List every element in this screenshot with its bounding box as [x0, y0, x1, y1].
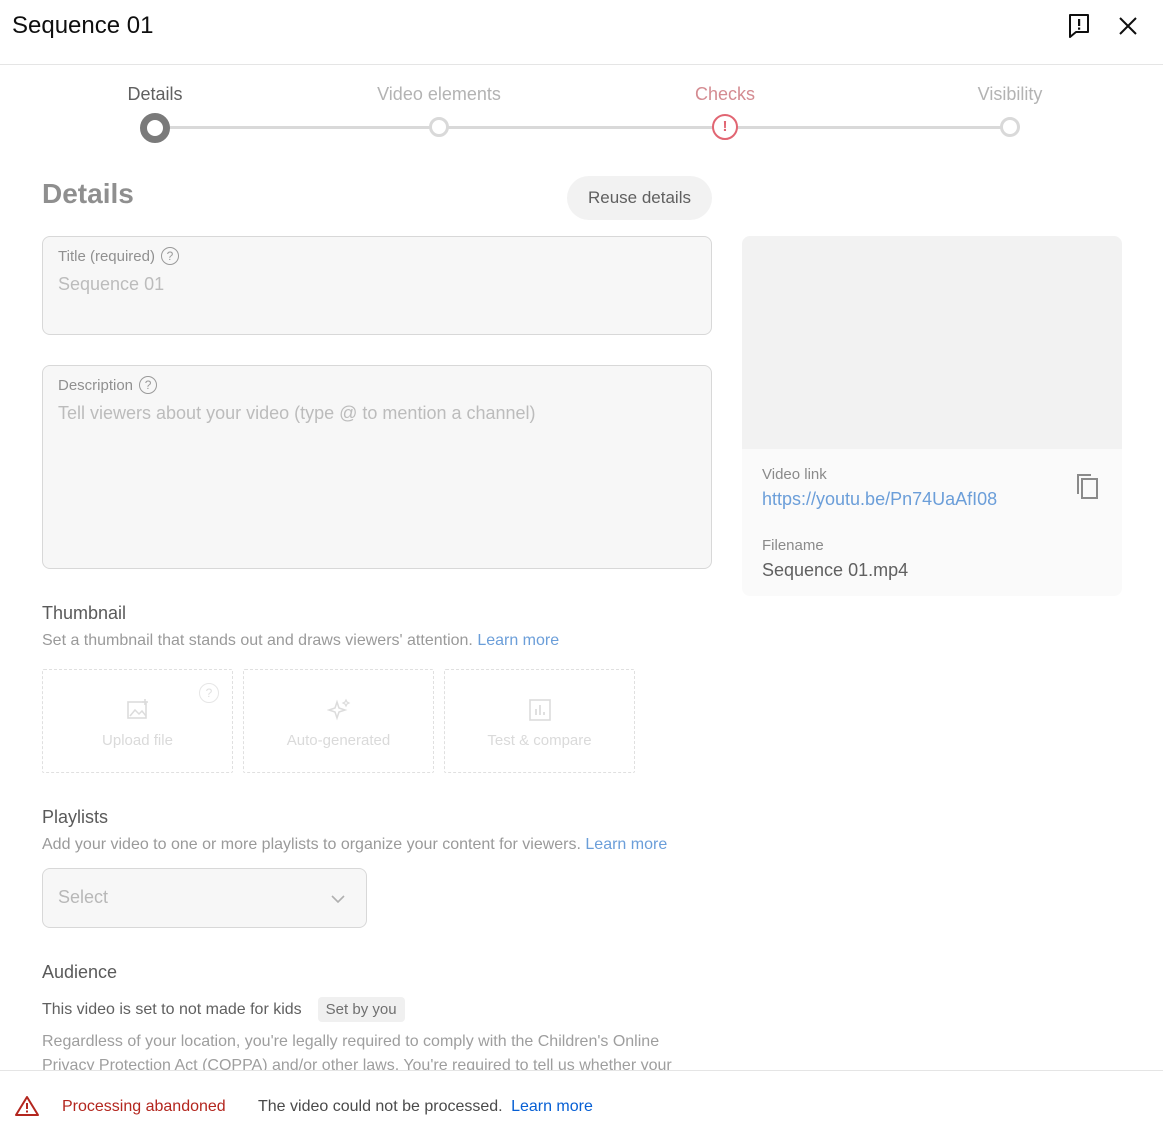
audience-heading: Audience: [42, 962, 118, 982]
playlists-heading: Playlists: [42, 807, 109, 827]
help-icon[interactable]: ?: [139, 376, 158, 394]
playlists-description-text: Add your video to one or more playlists …: [42, 836, 581, 853]
processing-message-text: The video could not be processed.: [258, 1098, 503, 1115]
video-link-label: Video link: [762, 466, 827, 483]
test-compare-thumbnail-button[interactable]: Test & compare: [444, 669, 635, 773]
description-label-text: Description: [58, 376, 134, 394]
step-details-dot[interactable]: [140, 113, 170, 143]
video-player[interactable]: [742, 236, 1122, 449]
chevron-down-icon: [331, 895, 345, 904]
step-label: Video elements: [377, 84, 501, 104]
reuse-details-button[interactable]: Reuse details: [567, 176, 712, 220]
error-icon[interactable]: !: [712, 114, 738, 140]
description-field[interactable]: Description ? Tell viewers about your vi…: [42, 365, 712, 569]
feedback-icon[interactable]: [1065, 12, 1093, 40]
dialog-title: Sequence 01: [12, 12, 154, 39]
video-link[interactable]: https://youtu.be/Pn74UaAfI08: [762, 489, 997, 510]
playlists-learn-more-link[interactable]: Learn more: [585, 836, 667, 853]
image-add-icon: [126, 699, 148, 719]
audience-status-text: This video is set to not made for kids: [42, 1000, 302, 1018]
filename-label: Filename: [762, 537, 824, 554]
processing-message: The video could not be processed. Learn …: [258, 1098, 593, 1116]
details-heading: Details: [42, 178, 134, 209]
thumbnail-description: Set a thumbnail that stands out and draw…: [42, 632, 559, 650]
copy-icon[interactable]: [1075, 473, 1101, 501]
dialog-header: Sequence 01: [0, 0, 1163, 65]
upload-stepper: Details Video elements Checks ! Visibili…: [0, 65, 1163, 160]
coppa-legal-text: Regardless of your location, you're lega…: [42, 1033, 672, 1070]
processing-status: Processing abandoned: [62, 1098, 226, 1115]
upload-file-label: Upload file: [102, 732, 173, 749]
video-preview-panel: Video link https://youtu.be/Pn74UaAfI08 …: [742, 236, 1122, 596]
step-video-elements-dot[interactable]: [429, 117, 449, 137]
step-label: Details: [127, 84, 183, 104]
title-field[interactable]: Title (required) ? Sequence 01: [42, 236, 712, 335]
status-footer: Processing abandoned The video could not…: [0, 1070, 1163, 1127]
warning-icon: [15, 1096, 39, 1116]
title-label-text: Title (required): [58, 247, 155, 265]
playlists-select[interactable]: Select: [42, 868, 367, 928]
description-field-label: Description ?: [58, 376, 158, 394]
thumbnail-description-text: Set a thumbnail that stands out and draw…: [42, 632, 473, 649]
test-compare-label: Test & compare: [487, 732, 592, 749]
step-visibility[interactable]: Visibility: [900, 84, 1120, 105]
set-by-you-badge: Set by you: [317, 997, 405, 1022]
playlists-select-value: Select: [58, 887, 109, 907]
filename-value: Sequence 01.mp4: [762, 560, 909, 580]
step-label: Checks: [694, 84, 756, 104]
step-visibility-dot[interactable]: [1000, 117, 1020, 137]
auto-generated-thumbnail-button[interactable]: Auto-generated: [243, 669, 434, 773]
title-field-label: Title (required) ?: [58, 247, 179, 265]
step-checks[interactable]: Checks: [615, 84, 835, 105]
help-icon[interactable]: ?: [199, 683, 219, 703]
stepper-track: [155, 126, 1010, 129]
playlists-description: Add your video to one or more playlists …: [42, 836, 667, 854]
help-icon[interactable]: ?: [160, 247, 179, 265]
sparkle-icon: [326, 698, 350, 721]
bar-chart-icon: [528, 699, 551, 721]
upload-thumbnail-button[interactable]: ? Upload file: [42, 669, 233, 773]
audience-status-row: This video is set to not made for kids S…: [42, 997, 405, 1022]
step-label: Visibility: [977, 84, 1043, 104]
description-input[interactable]: Tell viewers about your video (type @ to…: [58, 403, 536, 424]
title-input[interactable]: Sequence 01: [58, 274, 164, 295]
auto-generated-label: Auto-generated: [286, 732, 391, 749]
footer-learn-more-link[interactable]: Learn more: [511, 1098, 593, 1115]
step-video-elements[interactable]: Video elements: [329, 84, 549, 105]
close-icon[interactable]: [1114, 12, 1142, 40]
thumbnail-learn-more-link[interactable]: Learn more: [477, 632, 559, 649]
step-details[interactable]: Details: [45, 84, 265, 105]
thumbnail-heading: Thumbnail: [42, 603, 127, 623]
